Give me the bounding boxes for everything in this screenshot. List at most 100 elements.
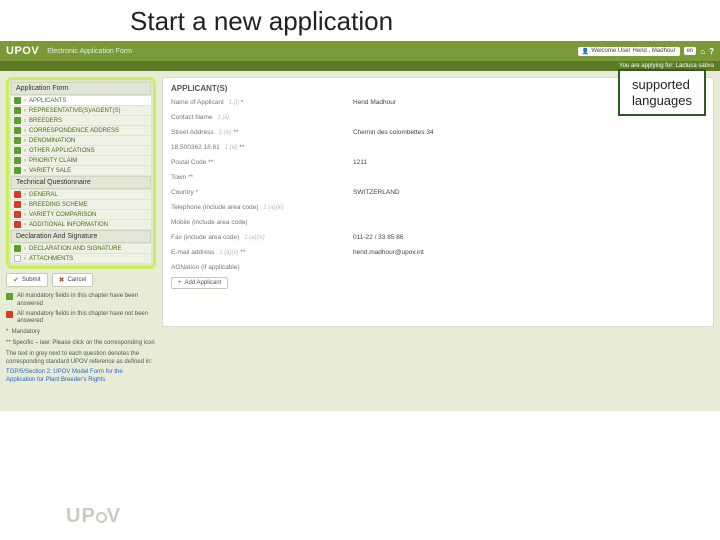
field-value[interactable]: hend.madhour@upov.int — [353, 249, 705, 256]
add-applicant-button[interactable]: +Add Applicant — [171, 277, 228, 289]
globe-icon — [96, 512, 107, 523]
field-value[interactable]: Chemin des colombettes 34 — [353, 129, 705, 136]
status-dot-green-icon — [14, 157, 21, 164]
status-dot-green-icon — [14, 137, 21, 144]
user-prefix: Welcome User — [591, 48, 630, 54]
chevron-right-icon: › — [24, 118, 26, 124]
field-label: Contact Name 1.(ii) — [171, 114, 341, 121]
field-value[interactable] — [353, 144, 705, 151]
check-icon — [13, 276, 19, 284]
legend-link-tgp5[interactable]: TGP/5/Section 2: UPOV Model Form for the — [6, 369, 123, 375]
sidebar-item-label: DENOMINATION — [29, 138, 75, 144]
chevron-right-icon: › — [24, 108, 26, 114]
status-dot-green-icon — [14, 117, 21, 124]
sidebar-item-label: PRIORITY CLAIM — [29, 158, 77, 164]
user-name: Hend , Madhour — [633, 48, 676, 54]
sidebar-section-tq: Technical Questionnaire — [11, 176, 151, 189]
topbar-subtitle: Electronic Application Form — [47, 48, 132, 55]
status-dot-red-icon — [14, 191, 21, 198]
field-value[interactable] — [353, 264, 705, 271]
sidebar-item-label: GENERAL — [29, 192, 58, 198]
sidebar-item[interactable]: ›DECLARATION AND SIGNATURE — [11, 244, 151, 253]
sidebar-item-label: CORRESPONDENCE ADDRESS — [29, 128, 119, 134]
status-dot-green-icon — [14, 147, 21, 154]
chevron-right-icon: › — [24, 212, 26, 218]
chevron-right-icon: › — [24, 168, 26, 174]
context-strip: You are applying for: Lactuca sativa — [0, 61, 720, 71]
help-icon[interactable] — [709, 47, 714, 56]
chevron-right-icon: › — [24, 222, 26, 228]
sidebar-item-label: OTHER APPLICATIONS — [29, 148, 95, 154]
user-icon — [582, 48, 589, 55]
field-label: Mobile (include area code) — [171, 219, 341, 226]
legend-green-icon — [6, 293, 13, 300]
field-label: Postal Code ** — [171, 159, 341, 166]
sidebar-item-label: ADDITIONAL INFORMATION — [29, 222, 108, 228]
sidebar-item[interactable]: ›VARIETY SALE — [11, 166, 151, 175]
sidebar-item-label: BREEDING SCHEME — [29, 202, 88, 208]
submit-button[interactable]: Submit — [6, 273, 48, 287]
field-value[interactable] — [353, 174, 705, 181]
sidebar-item[interactable]: ›APPLICANTS — [11, 96, 151, 105]
chevron-right-icon: › — [24, 98, 26, 104]
status-dot-red-icon — [14, 211, 21, 218]
field-value[interactable]: 1211 — [353, 159, 705, 166]
field-label: Town ** — [171, 174, 341, 181]
sidebar: Application Form ›APPLICANTS›REPRESENTAT… — [6, 77, 156, 405]
plus-icon: + — [178, 280, 182, 286]
application-frame: UPOV Electronic Application Form Welcome… — [0, 41, 720, 411]
sidebar-item-label: VARIETY COMPARISON — [29, 212, 96, 218]
brand-logo: UPOV — [6, 45, 39, 57]
status-dot-green-icon — [14, 97, 21, 104]
field-value[interactable]: 011-22 / 33 85 86 — [353, 234, 705, 241]
field-label: Telephone (include area code) 1.(a)(iii) — [171, 204, 341, 211]
sidebar-section-declaration: Declaration And Signature — [11, 230, 151, 243]
sidebar-item[interactable]: ›OTHER APPLICATIONS — [11, 146, 151, 155]
sidebar-item-label: ATTACHMENTS — [29, 256, 73, 262]
field-label: AGNation (if applicable) — [171, 264, 341, 271]
status-dot-green-icon — [14, 245, 21, 252]
cancel-button[interactable]: Cancel — [52, 273, 94, 287]
callout-supported-languages: supported languages — [618, 69, 706, 116]
chevron-right-icon: › — [24, 192, 26, 198]
sidebar-item[interactable]: ›CORRESPONDENCE ADDRESS — [11, 126, 151, 135]
language-selector[interactable]: en — [684, 47, 697, 55]
sidebar-item[interactable]: ›BREEDING SCHEME — [11, 200, 151, 209]
sidebar-item[interactable]: ›DENOMINATION — [11, 136, 151, 145]
field-value[interactable]: SWITZERLAND — [353, 189, 705, 196]
status-dot-green-icon — [14, 127, 21, 134]
sidebar-item-label: REPRESENTATIVE(S)/AGENT(S) — [29, 108, 120, 114]
field-label: Country * — [171, 189, 341, 196]
sidebar-item[interactable]: ›REPRESENTATIVE(S)/AGENT(S) — [11, 106, 151, 115]
sidebar-item[interactable]: ›PRIORITY CLAIM — [11, 156, 151, 165]
status-dot-red-icon — [14, 201, 21, 208]
field-label: Name of Applicant 1.(i) * — [171, 99, 341, 106]
sidebar-nav-highlight: Application Form ›APPLICANTS›REPRESENTAT… — [6, 77, 156, 269]
chevron-right-icon: › — [24, 246, 26, 252]
sidebar-item[interactable]: ›VARIETY COMPARISON — [11, 210, 151, 219]
home-icon[interactable] — [700, 47, 705, 56]
field-label: Street Address 1.(iii) ** — [171, 129, 341, 136]
footer-brand-logo: UPV — [66, 505, 121, 528]
legend-red-icon — [6, 311, 13, 318]
field-label: 18.500362 18.61 1.(iii) ** — [171, 144, 341, 151]
sidebar-item[interactable]: ›ADDITIONAL INFORMATION — [11, 220, 151, 229]
chevron-right-icon: › — [24, 202, 26, 208]
legend-link-application[interactable]: Application for Plant Breeder's Rights — [6, 377, 105, 383]
chevron-right-icon: › — [24, 138, 26, 144]
chevron-right-icon: › — [24, 148, 26, 154]
user-chip[interactable]: Welcome User Hend , Madhour — [578, 47, 680, 56]
field-label: Fax (include area code) 1.(a)(iv) — [171, 234, 341, 241]
chevron-right-icon: › — [24, 158, 26, 164]
field-value[interactable] — [353, 204, 705, 211]
main-area: Application Form ›APPLICANTS›REPRESENTAT… — [0, 71, 720, 411]
sidebar-item[interactable]: ›ATTACHMENTS — [11, 254, 151, 263]
sidebar-item[interactable]: ›BREEDERS — [11, 116, 151, 125]
status-dot-red-icon — [14, 221, 21, 228]
sidebar-section-application-form: Application Form — [11, 82, 151, 95]
field-value[interactable] — [353, 219, 705, 226]
status-dot-green-icon — [14, 107, 21, 114]
sidebar-legend: All mandatory fields in this chapter hav… — [6, 293, 156, 385]
chevron-right-icon: › — [24, 128, 26, 134]
sidebar-item[interactable]: ›GENERAL — [11, 190, 151, 199]
